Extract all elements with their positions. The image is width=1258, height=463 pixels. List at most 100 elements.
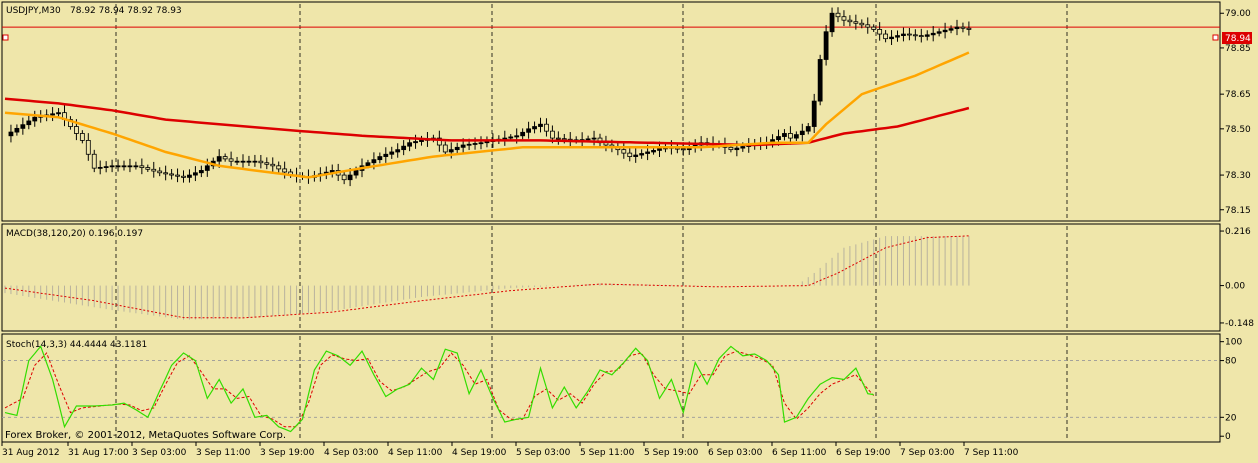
copyright-label: Forex Broker, © 2001-2012, MetaQuotes So… (5, 430, 286, 441)
candle-body (895, 35, 900, 38)
time-tick-label: 4 Sep 11:00 (388, 448, 443, 458)
candle-body (222, 156, 228, 160)
candle-body (728, 146, 734, 151)
macd-tick-label: 0.216 (1225, 227, 1251, 237)
time-tick-label: 3 Sep 19:00 (260, 448, 315, 458)
candle-body (383, 153, 389, 157)
candle-body (56, 112, 61, 115)
candle-body (924, 34, 930, 37)
candle-body (526, 128, 531, 133)
candle-body (97, 166, 103, 169)
stoch-tick-label: 20 (1225, 413, 1237, 423)
symbol-label: USDJPY,M30 (6, 6, 61, 16)
stoch-tick-label: 0 (1225, 432, 1231, 442)
candle-body (258, 160, 264, 164)
candle-body (246, 160, 252, 163)
candle-body (169, 173, 175, 176)
candle-body (442, 144, 448, 153)
macd-tick-label: -0.148 (1225, 319, 1254, 329)
stoch-tick-label: 100 (1225, 338, 1242, 348)
candle-body (270, 163, 276, 167)
candle-body (216, 156, 222, 162)
candle-body (8, 131, 14, 137)
stoch-tick-label: 80 (1225, 357, 1237, 367)
candle-body (395, 149, 401, 153)
candle-body (365, 162, 371, 167)
price-tick-label: 78.65 (1225, 90, 1251, 100)
price-line-right-handle[interactable] (1212, 34, 1219, 41)
candle-body (550, 130, 555, 139)
candle-body (912, 34, 918, 37)
candle-body (341, 174, 347, 181)
candle-body (484, 141, 490, 144)
candle-body (407, 142, 413, 147)
candle-body (544, 123, 549, 132)
time-tick-label: 3 Sep 03:00 (132, 448, 187, 458)
candle-body (115, 165, 121, 168)
candle-body (799, 130, 805, 136)
candle-body (448, 149, 454, 153)
candle-body (127, 165, 133, 168)
price-tick-label: 78.50 (1225, 125, 1251, 135)
time-tick-label: 6 Sep 19:00 (836, 448, 891, 458)
time-tick-label: 31 Aug 2012 (2, 448, 60, 458)
candle-body (734, 147, 740, 151)
candle-body (32, 116, 38, 122)
time-tick-label: 3 Sep 11:00 (196, 448, 251, 458)
candle-body (859, 22, 865, 26)
candle-body (276, 165, 282, 170)
chart-background (0, 0, 1258, 459)
time-tick-label: 7 Sep 11:00 (964, 448, 1019, 458)
candle-body (883, 33, 888, 40)
candle-body (907, 33, 912, 36)
candle-body (954, 26, 960, 30)
candle-body (621, 149, 627, 154)
candle-body (829, 12, 835, 33)
candle-body (948, 28, 954, 31)
candle-body (347, 174, 353, 181)
candle-body (157, 170, 163, 174)
candle-body (282, 168, 288, 173)
candle-body (538, 123, 543, 127)
price-line-left-handle[interactable] (2, 34, 9, 41)
candle-body (877, 29, 883, 35)
candle-body (942, 29, 948, 33)
candle-body (823, 31, 829, 60)
candle-body (234, 160, 240, 163)
candle-body (817, 59, 823, 102)
candle-body (811, 100, 817, 127)
candle-body (460, 144, 466, 148)
candle-body (151, 168, 157, 172)
candle-body (50, 113, 55, 116)
candle-body (776, 136, 781, 141)
candle-body (645, 151, 650, 154)
candle-body (103, 166, 109, 168)
candle-body (14, 127, 20, 133)
candle-body (109, 165, 115, 168)
macd-tick-label: 0.00 (1225, 282, 1245, 292)
candle-body (871, 26, 877, 30)
candle-body (389, 151, 395, 155)
candle-body (264, 162, 270, 165)
candle-body (960, 26, 966, 29)
candle-body (121, 165, 127, 168)
candle-body (181, 175, 186, 178)
ohlc-label: 78.92 78.94 78.92 78.93 (70, 6, 182, 16)
candle-body (901, 33, 906, 36)
candle-body (401, 145, 407, 151)
candle-body (371, 159, 377, 164)
candle-body (145, 167, 151, 170)
candle-body (740, 146, 746, 149)
candle-body (419, 139, 424, 142)
candle-body (847, 19, 853, 23)
candle-body (966, 27, 972, 30)
candle-body (651, 150, 656, 153)
candle-body (377, 156, 383, 161)
macd-title: MACD(38,120,20) 0.196 0.197 (6, 229, 143, 239)
candle-body (918, 35, 924, 37)
time-tick-label: 4 Sep 03:00 (324, 448, 379, 458)
stoch-title: Stoch(14,3,3) 44.4444 43.1181 (6, 340, 147, 350)
candle-body (841, 16, 847, 21)
candle-body (627, 152, 633, 157)
candle-body (187, 174, 192, 178)
